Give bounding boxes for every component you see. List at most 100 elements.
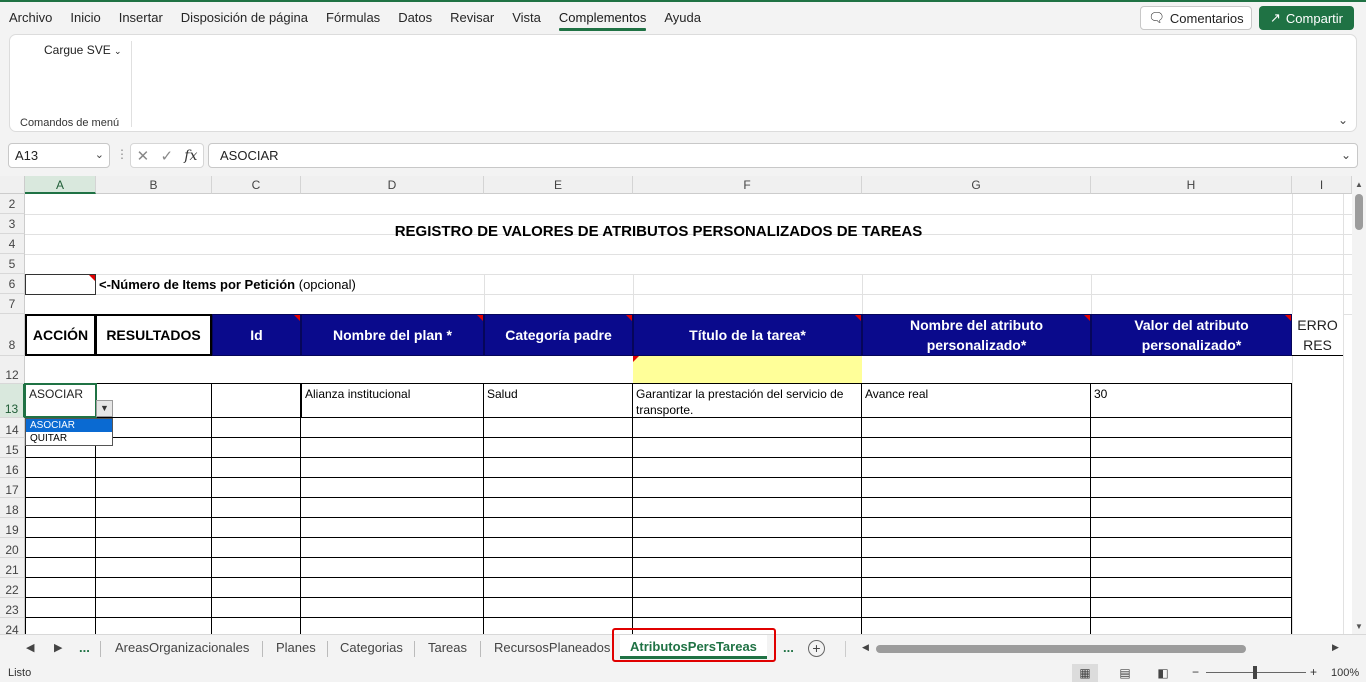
- horizontal-scrollbar[interactable]: ◀ ▶: [862, 642, 1342, 655]
- table-cell[interactable]: [862, 458, 1091, 478]
- table-cell[interactable]: [301, 498, 484, 518]
- vertical-scroll-thumb[interactable]: [1355, 194, 1363, 230]
- table-cell[interactable]: [301, 538, 484, 558]
- row-header-13[interactable]: 13: [0, 384, 25, 418]
- menu-complementos[interactable]: Complementos: [550, 2, 655, 34]
- table-cell[interactable]: [96, 498, 212, 518]
- column-header-g[interactable]: G: [862, 176, 1091, 194]
- row-header-7[interactable]: 7: [0, 294, 25, 314]
- dropdown-option-quitar[interactable]: QUITAR: [26, 432, 112, 445]
- validation-dropdown-list[interactable]: ASOCIAR QUITAR: [25, 418, 113, 446]
- table-cell[interactable]: [633, 458, 862, 478]
- table-cell[interactable]: [25, 618, 96, 634]
- select-all-corner[interactable]: [0, 176, 25, 194]
- table-cell[interactable]: [633, 598, 862, 618]
- table-cell[interactable]: [1091, 438, 1292, 458]
- table-cell[interactable]: [96, 558, 212, 578]
- table-cell[interactable]: [1091, 598, 1292, 618]
- column-header-a[interactable]: A: [25, 176, 96, 194]
- column-header-h[interactable]: H: [1091, 176, 1292, 194]
- table-cell[interactable]: [862, 538, 1091, 558]
- scroll-right-icon[interactable]: ▶: [1332, 642, 1339, 653]
- formula-input[interactable]: ASOCIAR ⌄: [208, 143, 1358, 168]
- row-header-21[interactable]: 21: [0, 558, 25, 578]
- table-cell[interactable]: [484, 418, 633, 438]
- header-valor-atributo[interactable]: Valor del atributo personalizado*: [1091, 314, 1292, 356]
- menu-revisar[interactable]: Revisar: [441, 2, 503, 34]
- row-header-15[interactable]: 15: [0, 438, 25, 458]
- table-cell[interactable]: [212, 418, 301, 438]
- table-cell[interactable]: [96, 618, 212, 634]
- tab-recursos-planeados[interactable]: RecursosPlaneados: [494, 640, 610, 655]
- table-cell[interactable]: [633, 518, 862, 538]
- column-header-b[interactable]: B: [96, 176, 212, 194]
- table-cell[interactable]: [862, 598, 1091, 618]
- page-layout-view-icon[interactable]: ▤: [1112, 664, 1138, 682]
- table-cell[interactable]: [484, 538, 633, 558]
- table-cell[interactable]: [212, 478, 301, 498]
- items-per-request-cell[interactable]: [25, 274, 96, 295]
- table-cell[interactable]: [862, 558, 1091, 578]
- zoom-in-icon[interactable]: +: [1310, 665, 1317, 679]
- table-cell[interactable]: [25, 538, 96, 558]
- check-icon[interactable]: ✓: [160, 147, 173, 165]
- table-cell[interactable]: [633, 478, 862, 498]
- column-header-i[interactable]: I: [1292, 176, 1352, 194]
- header-id[interactable]: Id: [212, 314, 301, 356]
- table-cell[interactable]: [212, 438, 301, 458]
- row-header-24[interactable]: 24: [0, 618, 25, 634]
- table-cell[interactable]: [25, 478, 96, 498]
- row-header-18[interactable]: 18: [0, 498, 25, 518]
- cell-h13[interactable]: 30: [1091, 384, 1292, 418]
- table-cell[interactable]: [1091, 558, 1292, 578]
- table-cell[interactable]: [96, 578, 212, 598]
- zoom-level[interactable]: 100%: [1331, 667, 1359, 679]
- table-cell[interactable]: [96, 418, 212, 438]
- cargue-sve-button[interactable]: Cargue SVE ⌄: [44, 43, 122, 57]
- header-resultados[interactable]: RESULTADOS: [95, 314, 212, 356]
- highlighted-cell-f12[interactable]: [633, 356, 862, 384]
- cell-f13[interactable]: Garantizar la prestación del servicio de…: [633, 384, 862, 418]
- tab-tareas[interactable]: Tareas: [428, 640, 467, 655]
- table-cell[interactable]: [212, 498, 301, 518]
- menu-vista[interactable]: Vista: [503, 2, 550, 34]
- zoom-out-icon[interactable]: −: [1192, 665, 1199, 679]
- table-cell[interactable]: [1091, 538, 1292, 558]
- table-cell[interactable]: [633, 418, 862, 438]
- table-cell[interactable]: [633, 498, 862, 518]
- chevron-down-icon[interactable]: ⌄: [95, 144, 104, 167]
- horizontal-scroll-thumb[interactable]: [876, 645, 1246, 653]
- table-cell[interactable]: [301, 598, 484, 618]
- table-cell[interactable]: [212, 578, 301, 598]
- table-cell[interactable]: [1091, 498, 1292, 518]
- table-cell[interactable]: [301, 518, 484, 538]
- table-cell[interactable]: [633, 578, 862, 598]
- cell-d13[interactable]: Alianza institucional: [301, 384, 484, 418]
- table-cell[interactable]: [25, 558, 96, 578]
- table-cell[interactable]: [301, 618, 484, 634]
- header-categoria-padre[interactable]: Categoría padre: [484, 314, 633, 356]
- tabs-more-right[interactable]: ...: [783, 640, 794, 655]
- share-button[interactable]: ↗ Compartir: [1259, 6, 1354, 30]
- table-cell[interactable]: [212, 518, 301, 538]
- table-cell[interactable]: [862, 478, 1091, 498]
- row-header-14[interactable]: 14: [0, 418, 25, 438]
- table-cell[interactable]: [301, 458, 484, 478]
- table-cell[interactable]: [212, 558, 301, 578]
- table-cell[interactable]: [633, 538, 862, 558]
- table-cell[interactable]: [862, 578, 1091, 598]
- table-cell[interactable]: [212, 618, 301, 634]
- table-cell[interactable]: [96, 518, 212, 538]
- header-accion[interactable]: ACCIÓN: [25, 314, 96, 356]
- row-header-3[interactable]: 3: [0, 214, 25, 234]
- row-header-2[interactable]: 2: [0, 194, 25, 214]
- table-cell[interactable]: [301, 438, 484, 458]
- table-cell[interactable]: [484, 518, 633, 538]
- tab-categorias[interactable]: Categorias: [340, 640, 403, 655]
- table-cell[interactable]: [96, 478, 212, 498]
- menu-archivo[interactable]: Archivo: [0, 2, 61, 34]
- header-nombre-atributo[interactable]: Nombre del atributo personalizado*: [862, 314, 1091, 356]
- table-cell[interactable]: [25, 598, 96, 618]
- zoom-slider-knob[interactable]: [1253, 666, 1257, 679]
- table-cell[interactable]: [484, 598, 633, 618]
